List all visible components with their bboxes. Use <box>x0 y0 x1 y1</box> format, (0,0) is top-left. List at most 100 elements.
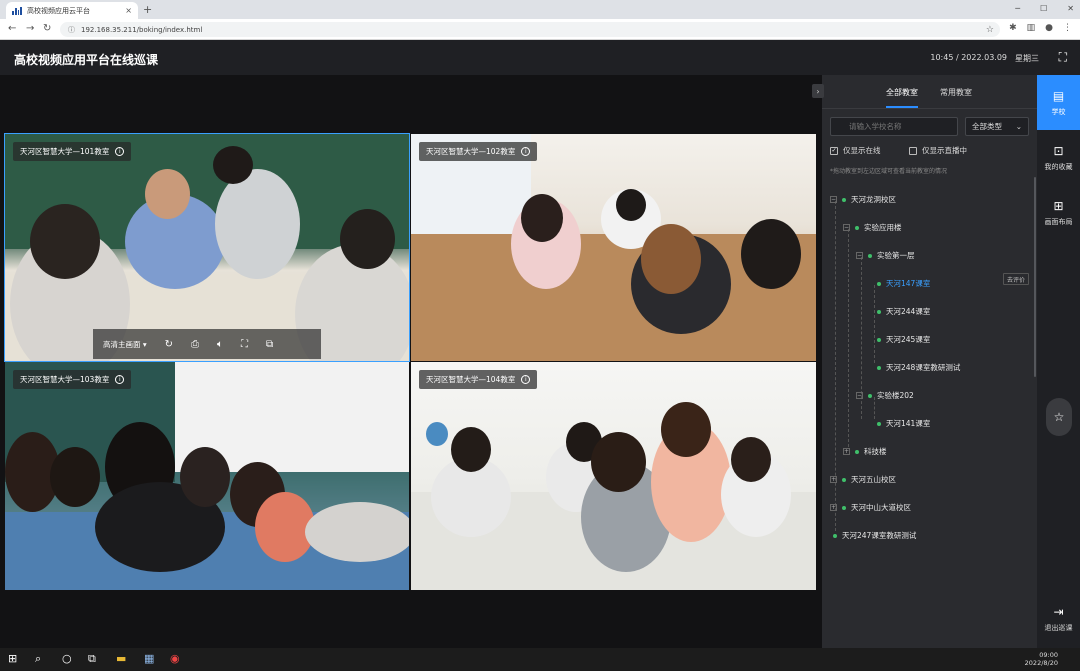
tab-all-classrooms[interactable]: 全部教室 <box>886 87 918 98</box>
extension-puzzle-icon[interactable]: ✱ <box>1009 23 1017 33</box>
tree-item-label: 天河244课室 <box>886 307 931 316</box>
rail-item-layout[interactable]: ⊞ 画面布局 <box>1037 185 1080 240</box>
new-tab-icon[interactable]: + <box>143 3 152 16</box>
rail-item-exit[interactable]: ⇥ 退出巡课 <box>1037 591 1080 646</box>
rail-item-school[interactable]: ▤ 学校 <box>1037 75 1080 130</box>
browser-tab[interactable]: 高校视频应用云平台 × <box>6 2 138 19</box>
checkbox-checked-icon[interactable]: ✓ <box>830 146 838 155</box>
tree-item-room-141[interactable]: 天河141课室 <box>877 418 930 429</box>
student-head <box>616 189 646 221</box>
tree-item-room-248[interactable]: 天河248课室教研测试 <box>877 362 960 373</box>
expand-icon[interactable]: + <box>830 476 837 483</box>
student-standing <box>215 169 300 279</box>
window-controls: ─ ☐ ✕ <box>1015 4 1074 13</box>
checkbox-unchecked-icon[interactable] <box>909 146 917 155</box>
student-head <box>741 219 801 289</box>
tab-frequent-classrooms[interactable]: 常用教室 <box>940 87 972 98</box>
browser-menu-icon[interactable]: ⋮ <box>1063 23 1072 33</box>
student-right-head <box>340 209 395 269</box>
app-header: 高校视频应用平台在线巡课 10:45 / 2022.03.09 星期三 ⛶ <box>0 40 1080 75</box>
tree-item-building-tech[interactable]: + 科技楼 <box>843 446 887 457</box>
rail-item-label: 我的收藏 <box>1044 162 1073 171</box>
system-clock[interactable]: 09:00 2022/8/20 <box>1025 651 1058 667</box>
collapse-icon[interactable]: − <box>843 224 850 231</box>
fullscreen-icon[interactable]: ⛶ <box>1059 50 1067 65</box>
info-icon[interactable]: i <box>521 375 531 384</box>
file-explorer-icon[interactable]: ▬ <box>116 652 126 665</box>
tab-close-icon[interactable]: × <box>125 6 132 15</box>
collapse-icon[interactable]: − <box>856 252 863 259</box>
expand-icon[interactable]: + <box>830 504 837 511</box>
tree-item-room-245[interactable]: 天河245课室 <box>877 334 930 345</box>
cortana-icon[interactable]: ○ <box>62 652 72 665</box>
chevron-down-icon: ⌄ <box>1015 122 1022 131</box>
student-head <box>50 447 100 507</box>
tree-item-lab-202[interactable]: − 实验楼202 <box>856 390 914 401</box>
type-select[interactable]: 全部类型 ⌄ <box>965 117 1029 136</box>
tree-item-campus-wushan[interactable]: + 天河五山校区 <box>830 474 896 485</box>
maximize-icon[interactable]: ☐ <box>1040 4 1047 13</box>
online-dot <box>877 421 881 426</box>
online-dot <box>842 477 846 482</box>
video-cell-104[interactable]: 天河区智慧大学—104教室 i <box>411 362 816 590</box>
tree-item-label: 实验第一层 <box>877 251 915 260</box>
type-select-value: 全部类型 <box>972 122 1002 131</box>
bookmark-star-icon[interactable]: ☆ <box>986 25 994 35</box>
tree-item-label: 天河245课室 <box>886 335 931 344</box>
task-view-icon[interactable]: ⧉ <box>88 652 96 666</box>
tree-item-campus-zhongshan[interactable]: + 天河中山大道校区 <box>830 502 911 513</box>
video-cell-101[interactable]: 天河区智慧大学—101教室 i 高清主画面 ▾ ↻ ⎙ 🔈︎ ⛶ ⧉ <box>4 133 410 362</box>
forward-arrow-icon[interactable]: → <box>26 23 34 34</box>
collapse-sidebar-button[interactable]: › <box>812 84 824 98</box>
online-dot <box>842 505 846 510</box>
profile-icon[interactable]: ● <box>1045 23 1053 33</box>
quality-select[interactable]: 高清主画面 ▾ <box>103 339 147 350</box>
sidebar-scrollbar[interactable] <box>1034 177 1036 377</box>
screenshot-icon[interactable]: ⎙ <box>191 339 199 350</box>
fullscreen-icon[interactable]: ⛶ <box>241 339 248 350</box>
reload-icon[interactable]: ↻ <box>43 23 51 34</box>
info-icon[interactable]: i <box>521 147 531 156</box>
video-cell-103[interactable]: 天河区智慧大学—103教室 i <box>5 362 409 590</box>
back-arrow-icon[interactable]: ← <box>8 23 16 34</box>
rail-item-favorites[interactable]: ⊡ 我的收藏 <box>1037 130 1080 185</box>
only-online-checkbox[interactable]: ✓ 仅显示在线 <box>830 145 881 156</box>
search-icon[interactable]: ⌕ <box>35 652 41 666</box>
video-toolbar: 高清主画面 ▾ ↻ ⎙ 🔈︎ ⛶ ⧉ <box>93 329 321 359</box>
video-cell-102[interactable]: 天河区智慧大学—102教室 i <box>411 134 816 361</box>
info-icon[interactable]: i <box>115 147 125 156</box>
store-icon[interactable]: ▦ <box>144 652 154 665</box>
close-window-icon[interactable]: ✕ <box>1067 4 1074 13</box>
tree-item-building-lab[interactable]: − 实验应用楼 <box>843 222 902 233</box>
quality-label: 高清主画面 <box>103 339 141 349</box>
collapse-icon[interactable]: − <box>830 196 837 203</box>
tree-item-room-147[interactable]: 天河147课室 <box>877 278 930 289</box>
weekday: 星期三 <box>1015 54 1039 63</box>
url-field[interactable]: ⓘ 192.168.35.211/boking/index.html ☆ <box>60 22 1000 37</box>
browser-tab-bar: 高校视频应用云平台 × + ─ ☐ ✕ <box>0 0 1080 19</box>
favorite-star-button[interactable]: ☆ <box>1046 398 1072 436</box>
collapse-icon[interactable]: − <box>856 392 863 399</box>
info-icon[interactable]: ⓘ <box>68 25 75 35</box>
school-search-input[interactable] <box>830 117 958 136</box>
tree-item-room-244[interactable]: 天河244课室 <box>877 306 930 317</box>
windows-start-icon[interactable]: ⊞ <box>8 652 17 665</box>
student-head <box>641 224 701 294</box>
volume-icon[interactable]: 🔈︎ <box>217 339 223 350</box>
video-label-text: 天河区智慧大学—102教室 <box>426 147 516 156</box>
online-dot <box>868 393 872 398</box>
expand-icon[interactable]: + <box>843 448 850 455</box>
online-dot <box>877 337 881 342</box>
only-live-checkbox[interactable]: 仅显示直播中 <box>909 145 967 156</box>
tree-item-floor-1[interactable]: − 实验第一层 <box>856 250 915 261</box>
record-icon[interactable]: ⧉ <box>266 339 273 350</box>
evaluate-button[interactable]: 去评价 <box>1003 273 1030 285</box>
tree-item-campus-longdong[interactable]: − 天河龙洞校区 <box>830 194 896 205</box>
sidepanel-icon[interactable]: ▥ <box>1027 23 1036 33</box>
tree-item-room-247[interactable]: 天河247课室教研测试 <box>833 530 916 541</box>
minimize-icon[interactable]: ─ <box>1015 4 1020 13</box>
info-icon[interactable]: i <box>115 375 125 384</box>
chrome-icon[interactable]: ◉ <box>170 652 180 665</box>
clock-date: 2022/8/20 <box>1024 659 1058 667</box>
rotate-icon[interactable]: ↻ <box>165 339 173 350</box>
